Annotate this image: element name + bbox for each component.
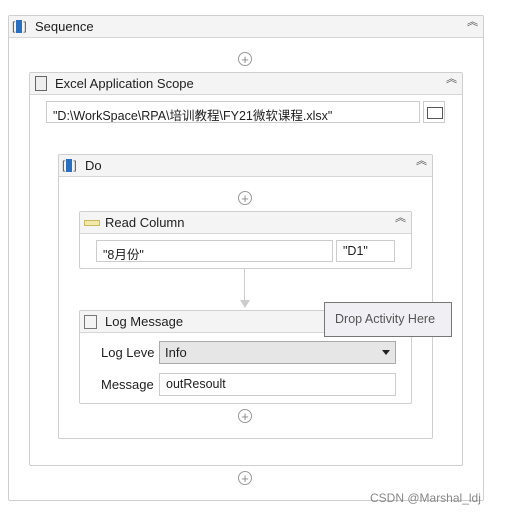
sequence-title: Sequence (35, 19, 94, 34)
dropdown-arrow-icon (382, 350, 390, 355)
log-message-title: Log Message (105, 314, 184, 329)
message-label: Message (101, 377, 154, 392)
sheet-name-input[interactable]: "8月份" (96, 240, 333, 262)
read-column-icon (84, 220, 100, 226)
workbook-path-input[interactable]: "D:\WorkSpace\RPA\培训教程\FY21微软课程.xlsx" (46, 101, 420, 123)
log-level-label: Log Leve (101, 345, 155, 360)
collapse-icon[interactable]: ︽ (446, 74, 457, 85)
log-level-value: Info (165, 345, 187, 360)
add-activity-icon[interactable]: + (238, 471, 252, 485)
drop-activity-tooltip: Drop Activity Here (324, 302, 452, 337)
watermark: CSDN @Marshal_ldj (370, 491, 481, 505)
browse-folder-button[interactable] (423, 101, 445, 123)
add-activity-icon[interactable]: + (238, 409, 252, 423)
read-column-header[interactable]: Read Column ︽ (80, 212, 411, 234)
collapse-icon[interactable]: ︽ (416, 156, 427, 167)
sequence-icon: [] (12, 19, 27, 34)
arrow-down-icon (240, 300, 250, 308)
do-header[interactable]: [] Do ︽ (59, 155, 432, 177)
sequence-icon: [] (62, 158, 77, 173)
add-activity-icon[interactable]: + (238, 191, 252, 205)
excel-scope-header[interactable]: Excel Application Scope ︽ (30, 73, 462, 95)
excel-file-icon (35, 76, 47, 91)
connector-line (244, 269, 245, 301)
collapse-icon[interactable]: ︽ (467, 17, 478, 28)
log-message-icon (84, 315, 97, 329)
message-input[interactable]: outResoult (159, 373, 396, 396)
folder-icon (427, 107, 443, 119)
excel-scope-title: Excel Application Scope (55, 76, 194, 91)
collapse-icon[interactable]: ︽ (395, 213, 406, 224)
add-activity-icon[interactable]: + (238, 52, 252, 66)
start-cell-input[interactable]: "D1" (336, 240, 395, 262)
sequence-header[interactable]: [] Sequence ︽ (9, 16, 483, 38)
log-level-select[interactable]: Info (159, 341, 396, 364)
read-column-title: Read Column (105, 215, 185, 230)
do-title: Do (85, 158, 102, 173)
